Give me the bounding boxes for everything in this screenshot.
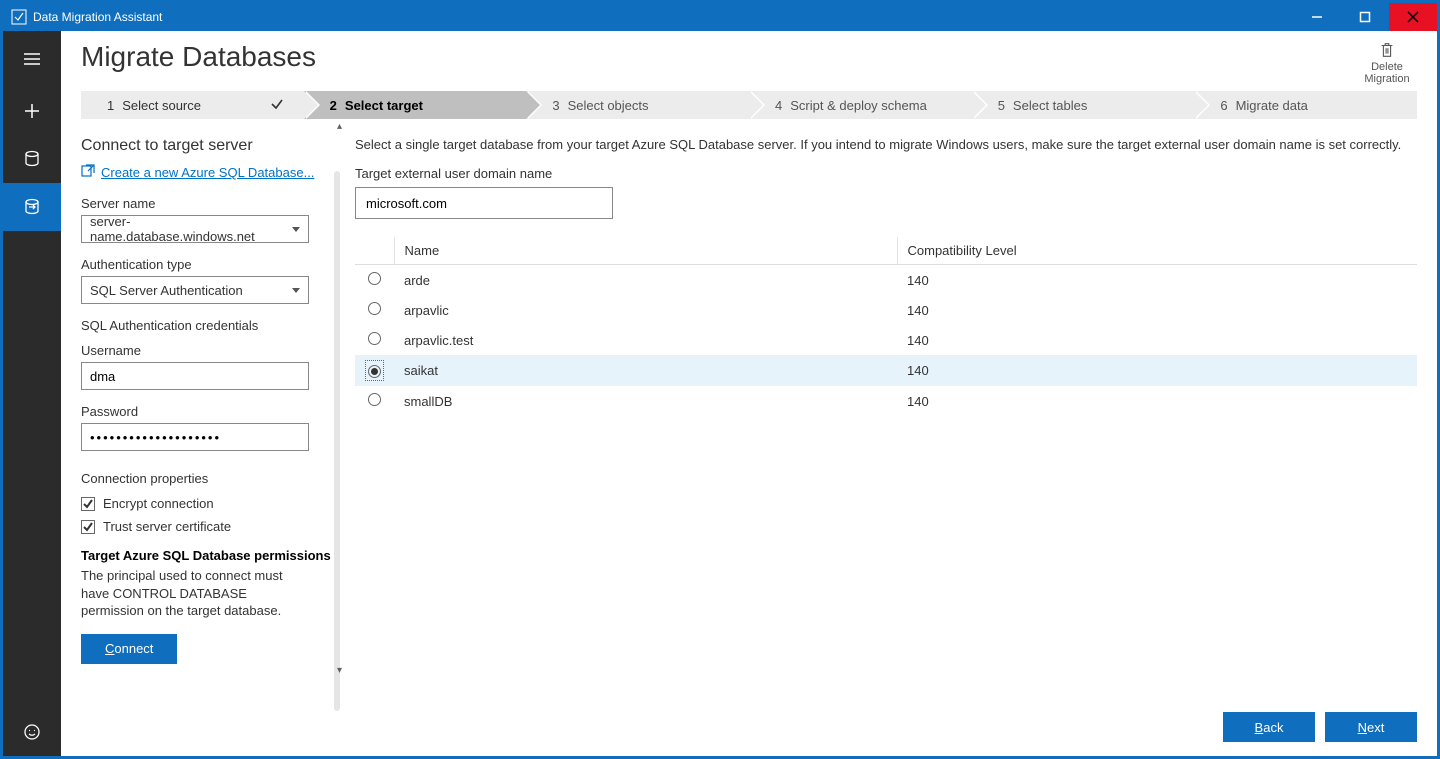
domain-label: Target external user domain name: [355, 166, 1417, 181]
panel-scrollbar[interactable]: [333, 119, 341, 744]
username-input[interactable]: [81, 362, 309, 390]
db-compat: 140: [897, 325, 1417, 355]
app-title: Data Migration Assistant: [33, 10, 162, 24]
db-radio[interactable]: [368, 302, 381, 315]
instruction-text: Select a single target database from you…: [355, 137, 1417, 152]
password-label: Password: [81, 404, 333, 419]
minimize-button[interactable]: [1293, 3, 1341, 31]
app-icon: [11, 9, 27, 25]
perm-text: The principal used to connect must have …: [81, 567, 309, 620]
db-compat: 140: [897, 355, 1417, 386]
external-link-icon: [81, 163, 95, 182]
footer-buttons: Back Next: [1223, 712, 1417, 742]
table-row[interactable]: arpavlic.test140: [355, 325, 1417, 355]
db-radio[interactable]: [368, 332, 381, 345]
close-button[interactable]: [1389, 3, 1437, 31]
db-name: saikat: [394, 355, 897, 386]
connect-button[interactable]: Connect: [81, 634, 177, 664]
check-icon: [270, 97, 284, 114]
db-name: arde: [394, 265, 897, 296]
auth-type-label: Authentication type: [81, 257, 333, 272]
step-nav: 1Select source2Select target3Select obje…: [81, 91, 1417, 119]
conn-props-label: Connection properties: [81, 471, 333, 486]
table-row[interactable]: smallDB140: [355, 386, 1417, 416]
database-table: Name Compatibility Level arde140arpavlic…: [355, 237, 1417, 416]
hamburger-button[interactable]: [3, 31, 61, 87]
table-row[interactable]: arpavlic140: [355, 295, 1417, 325]
col-name: Name: [394, 237, 897, 265]
col-compat: Compatibility Level: [897, 237, 1417, 265]
new-project-button[interactable]: [3, 87, 61, 135]
maximize-button[interactable]: [1341, 3, 1389, 31]
db-name: arpavlic.test: [394, 325, 897, 355]
step-1[interactable]: 1Select source: [81, 91, 304, 119]
db-radio[interactable]: [368, 272, 381, 285]
domain-input[interactable]: [355, 187, 613, 219]
connect-heading: Connect to target server: [81, 137, 333, 155]
auth-type-select[interactable]: SQL Server Authentication: [81, 276, 309, 304]
next-button[interactable]: Next: [1325, 712, 1417, 742]
delete-label: Delete Migration: [1364, 61, 1409, 85]
step-3[interactable]: 3Select objects: [526, 91, 749, 119]
username-label: Username: [81, 343, 333, 358]
encrypt-checkbox[interactable]: Encrypt connection: [81, 496, 333, 511]
db-compat: 140: [897, 386, 1417, 416]
page-title: Migrate Databases: [81, 41, 1357, 73]
db-compat: 140: [897, 265, 1417, 296]
delete-migration-button[interactable]: Delete Migration: [1357, 41, 1417, 85]
password-input[interactable]: [81, 423, 309, 451]
nav-rail: [3, 31, 61, 756]
db-radio[interactable]: [368, 393, 381, 406]
creds-label: SQL Authentication credentials: [81, 318, 333, 333]
scroll-down-arrow[interactable]: ▾: [337, 665, 342, 676]
step-4[interactable]: 4Script & deploy schema: [749, 91, 972, 119]
table-row[interactable]: saikat140: [355, 355, 1417, 386]
trust-cert-checkbox[interactable]: Trust server certificate: [81, 519, 333, 534]
perm-title: Target Azure SQL Database permissions: [81, 548, 333, 563]
titlebar: Data Migration Assistant: [3, 3, 1437, 31]
db-name: arpavlic: [394, 295, 897, 325]
create-db-link[interactable]: Create a new Azure SQL Database...: [101, 165, 314, 180]
step-6[interactable]: 6Migrate data: [1194, 91, 1417, 119]
assessment-icon[interactable]: [3, 135, 61, 183]
db-name: smallDB: [394, 386, 897, 416]
db-compat: 140: [897, 295, 1417, 325]
server-name-select[interactable]: server-name.database.windows.net: [81, 215, 309, 243]
target-db-panel: Select a single target database from you…: [341, 119, 1417, 744]
db-radio[interactable]: [368, 365, 381, 378]
scroll-up-arrow[interactable]: ▴: [337, 121, 342, 132]
migration-icon[interactable]: [3, 183, 61, 231]
step-2[interactable]: 2Select target: [304, 91, 527, 119]
table-row[interactable]: arde140: [355, 265, 1417, 296]
connect-panel: Connect to target server Create a new Az…: [81, 119, 333, 744]
server-name-label: Server name: [81, 196, 333, 211]
back-button[interactable]: Back: [1223, 712, 1315, 742]
step-5[interactable]: 5Select tables: [972, 91, 1195, 119]
feedback-button[interactable]: [3, 708, 61, 756]
